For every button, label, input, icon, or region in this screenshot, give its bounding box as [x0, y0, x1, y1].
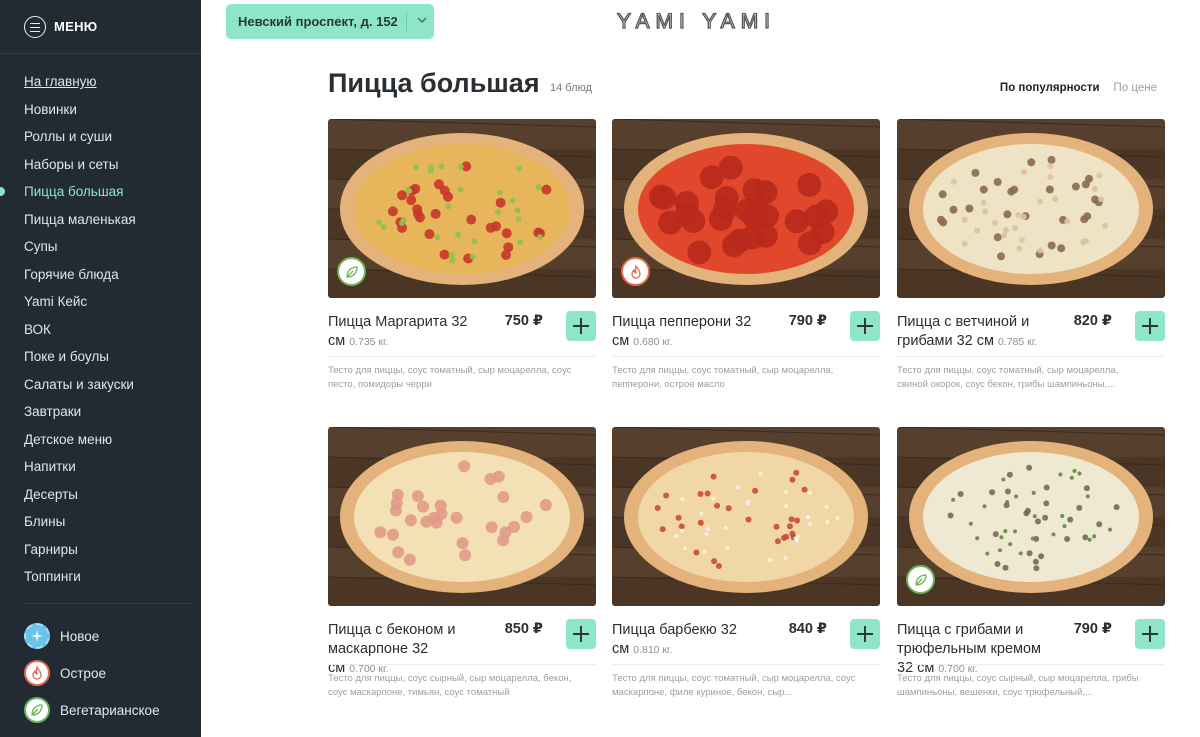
sidebar-header[interactable]: МЕНЮ: [0, 0, 201, 54]
new-icon: [24, 623, 50, 649]
product-price: 840 ₽: [788, 621, 827, 637]
legend-label-new: Новое: [60, 628, 100, 644]
spicy-icon: [24, 660, 50, 686]
leaf-icon: [24, 697, 50, 723]
card-divider: [612, 664, 880, 665]
sidebar-item-breakfast[interactable]: Завтраки: [0, 398, 201, 426]
sidebar-item-rolls[interactable]: Роллы и суши: [0, 123, 201, 151]
product-price: 820 ₽: [1073, 313, 1112, 329]
sidebar-item-soups[interactable]: Супы: [0, 233, 201, 261]
legend-label-spicy: Острое: [60, 665, 106, 681]
product-description: Тесто для пиццы, соус сырный, сыр моцаре…: [897, 673, 1139, 698]
page-title: Пицца большая: [328, 68, 540, 98]
product-price: 850 ₽: [504, 621, 543, 637]
product-photo[interactable]: [612, 427, 880, 606]
product-photo[interactable]: [612, 119, 880, 298]
sidebar-item-kids[interactable]: Детское меню: [0, 426, 201, 454]
product-photo[interactable]: [897, 119, 1165, 298]
sidebar: МЕНЮ На главную Новинки Роллы и суши Наб…: [0, 0, 201, 737]
product-card[interactable]: Пицца Маргарита 32 см 0.735 кг. 750 ₽ Тес…: [328, 119, 596, 390]
product-name[interactable]: Пицца пепперони 32 см 0.680 кг.: [612, 313, 762, 352]
card-divider: [612, 356, 880, 357]
product-photo[interactable]: [328, 427, 596, 606]
product-weight: 0.785 кг.: [997, 336, 1038, 348]
product-card[interactable]: Пицца с грибами и трюфельным кремом 32 с…: [897, 427, 1165, 698]
card-divider: [897, 664, 1165, 665]
sidebar-title: МЕНЮ: [54, 19, 98, 34]
address-divider: [406, 12, 407, 31]
vegetarian-badge-icon: [906, 565, 935, 594]
product-description: Тесто для пиццы, соус томатный, сыр моца…: [897, 365, 1119, 390]
sort-price[interactable]: По цене: [1114, 82, 1157, 94]
sidebar-item-home[interactable]: На главную: [0, 68, 201, 96]
product-description: Тесто для пиццы, соус томатный, сыр моца…: [612, 365, 834, 390]
add-to-cart-button[interactable]: [566, 311, 596, 341]
sidebar-item-toppings[interactable]: Топпинги: [0, 563, 201, 591]
sidebar-item-poke[interactable]: Поке и боулы: [0, 343, 201, 371]
add-to-cart-button[interactable]: [566, 619, 596, 649]
product-weight: 0.735 кг.: [349, 336, 389, 348]
category-nav: На главную Новинки Роллы и суши Наборы и…: [0, 54, 201, 591]
product-description: Тесто для пиццы, соус томатный, сыр моца…: [612, 673, 856, 698]
spicy-badge-icon: [621, 257, 650, 286]
product-name[interactable]: Пицца с грибами и трюфельным кремом 32 с…: [897, 621, 1047, 679]
product-description: Тесто для пиццы, соус томатный, сыр моца…: [328, 365, 572, 390]
sort-options: По популярности По цене: [1000, 82, 1157, 94]
legend: Новое Острое Вегетарианское: [0, 604, 201, 729]
sidebar-item-pancakes[interactable]: Блины: [0, 508, 201, 536]
legend-item-veg: Вегетарианское: [0, 692, 201, 729]
add-to-cart-button[interactable]: [1135, 311, 1165, 341]
sidebar-item-sides[interactable]: Гарниры: [0, 536, 201, 564]
add-to-cart-button[interactable]: [1135, 619, 1165, 649]
sidebar-item-small-pizza[interactable]: Пицца маленькая: [0, 206, 201, 234]
product-price: 790 ₽: [1073, 621, 1112, 637]
logo[interactable]: YAMI YAMI: [616, 9, 776, 34]
product-name[interactable]: Пицца с ветчиной и грибами 32 см 0.785 кг…: [897, 313, 1047, 352]
card-divider: [897, 356, 1165, 357]
product-weight: 0.680 кг.: [633, 336, 673, 348]
sidebar-item-large-pizza[interactable]: Пицца большая: [0, 178, 201, 206]
legend-label-veg: Вегетарианское: [60, 702, 160, 718]
card-divider: [328, 664, 596, 665]
add-to-cart-button[interactable]: [850, 619, 880, 649]
sort-popular[interactable]: По популярности: [1000, 82, 1100, 94]
card-divider: [328, 356, 596, 357]
product-weight: 0.810 кг.: [633, 644, 673, 656]
sidebar-item-yami-case[interactable]: Yami Кейс: [0, 288, 201, 316]
product-card[interactable]: Пицца пепперони 32 см 0.680 кг. 790 ₽ Тес…: [612, 119, 880, 390]
product-photo[interactable]: [897, 427, 1165, 606]
sidebar-item-hot-dishes[interactable]: Горячие блюда: [0, 261, 201, 289]
product-card[interactable]: Пицца барбекю 32 см 0.810 кг. 840 ₽ Тесто…: [612, 427, 880, 698]
add-to-cart-button[interactable]: [850, 311, 880, 341]
legend-item-new: Новое: [0, 618, 201, 655]
sidebar-item-salads[interactable]: Салаты и закуски: [0, 371, 201, 399]
menu-icon[interactable]: [24, 15, 46, 38]
product-price: 750 ₽: [504, 313, 543, 329]
address-text: Невский проспект, д. 152: [238, 14, 398, 29]
chevron-down-icon: [417, 17, 427, 23]
product-price: 790 ₽: [788, 313, 827, 329]
sidebar-item-new[interactable]: Новинки: [0, 96, 201, 124]
product-name[interactable]: Пицца барбекю 32 см 0.810 кг.: [612, 621, 762, 660]
product-name[interactable]: Пицца с беконом и маскарпоне 32 см 0.700 …: [328, 621, 478, 679]
legend-item-spicy: Острое: [0, 655, 201, 692]
product-card[interactable]: Пицца с ветчиной и грибами 32 см 0.785 кг…: [897, 119, 1165, 390]
product-description: Тесто для пиццы, соус сырный, сыр моцаре…: [328, 673, 572, 698]
item-count: 14 блюд: [550, 82, 592, 94]
sidebar-item-desserts[interactable]: Десерты: [0, 481, 201, 509]
sidebar-item-drinks[interactable]: Напитки: [0, 453, 201, 481]
address-selector[interactable]: Невский проспект, д. 152: [226, 4, 434, 39]
product-card[interactable]: Пицца с беконом и маскарпоне 32 см 0.700 …: [328, 427, 596, 698]
sidebar-item-sets[interactable]: Наборы и сеты: [0, 151, 201, 179]
product-name[interactable]: Пицца Маргарита 32 см 0.735 кг.: [328, 313, 478, 352]
sidebar-item-wok[interactable]: ВОК: [0, 316, 201, 344]
product-photo[interactable]: [328, 119, 596, 298]
vegetarian-badge-icon: [337, 257, 366, 286]
